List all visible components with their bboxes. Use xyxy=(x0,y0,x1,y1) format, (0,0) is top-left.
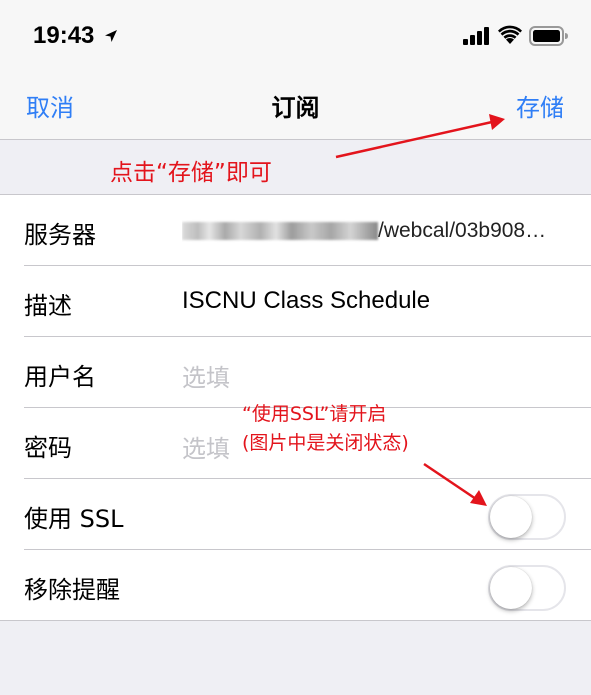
toggle-knob xyxy=(490,567,532,609)
redacted-server-host xyxy=(182,222,378,240)
navigation-bar: 取消 订阅 存储 xyxy=(0,70,591,140)
ssl-hint-annotation: “使用SSL”请开启 (图片中是关闭状态) xyxy=(242,400,409,458)
toggle-knob xyxy=(490,496,532,538)
description-field[interactable]: ISCNU Class Schedule xyxy=(182,287,430,315)
use-ssl-label: 使用 SSL xyxy=(24,505,124,533)
server-value[interactable]: /webcal/03b908… xyxy=(182,219,572,247)
use-ssl-toggle[interactable] xyxy=(488,494,566,540)
ssl-hint-line2: (图片中是关闭状态) xyxy=(242,432,409,454)
location-arrow-icon xyxy=(105,30,117,42)
description-row[interactable]: 描述 ISCNU Class Schedule xyxy=(0,266,591,337)
password-label: 密码 xyxy=(24,434,72,462)
server-label: 服务器 xyxy=(24,221,96,249)
server-row[interactable]: 服务器 /webcal/03b908… xyxy=(0,195,591,266)
battery-icon xyxy=(529,26,568,46)
remove-alerts-row: 移除提醒 xyxy=(0,550,591,621)
status-bar: 19:43 xyxy=(0,0,591,70)
status-time: 19:43 xyxy=(33,22,95,49)
save-button[interactable]: 存储 xyxy=(516,88,564,123)
remove-alerts-label: 移除提醒 xyxy=(24,576,120,604)
remove-alerts-toggle[interactable] xyxy=(488,565,566,611)
ssl-hint-line1: “使用SSL”请开启 xyxy=(242,403,387,425)
use-ssl-row: 使用 SSL xyxy=(0,479,591,550)
wifi-icon xyxy=(498,25,522,44)
save-hint-annotation: 点击“存储”即可 xyxy=(110,160,272,186)
server-path: /webcal/03b908… xyxy=(378,219,547,242)
page-title: 订阅 xyxy=(271,94,320,122)
signal-bars-icon xyxy=(463,27,489,45)
username-field[interactable]: 选填 xyxy=(182,358,230,393)
description-label: 描述 xyxy=(24,292,72,320)
username-row[interactable]: 用户名 选填 xyxy=(0,337,591,408)
password-field[interactable]: 选填 xyxy=(182,429,230,464)
username-label: 用户名 xyxy=(24,363,96,391)
